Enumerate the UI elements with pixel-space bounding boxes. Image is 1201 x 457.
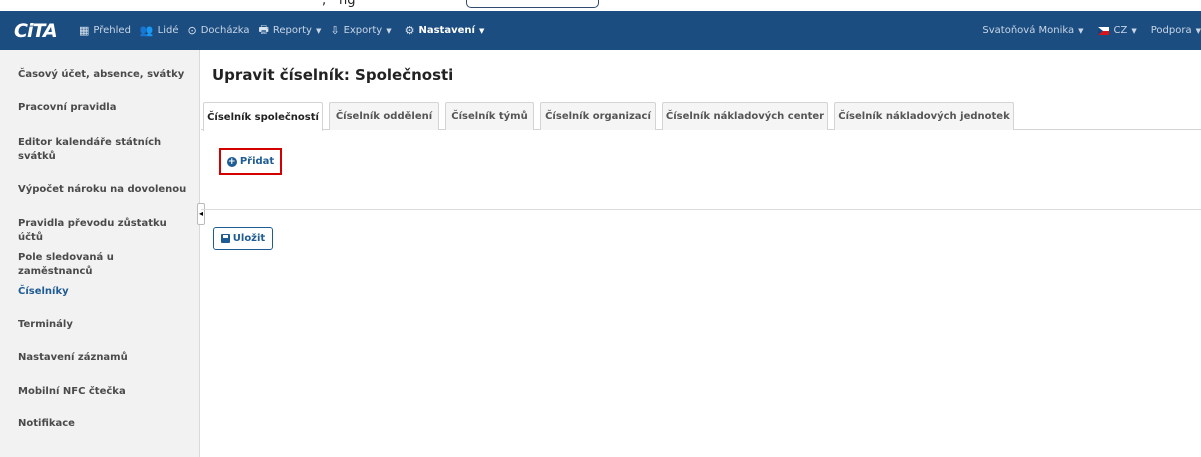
czech-flag-icon [1097,26,1109,35]
add-button[interactable]: + Přidat [226,156,275,167]
logo-text: CiTA [14,19,58,42]
add-highlight: + Přidat [219,148,282,175]
tab-ciselnik-spolecnosti[interactable]: Číselník společností [203,102,323,131]
nav-prehled-label: Přehled [93,25,131,36]
nav-nastaveni-label: Nastavení [418,25,475,36]
clock-icon: ⊙ [187,24,197,37]
support-menu[interactable]: Podpora ▼ [1151,11,1201,50]
page-title: Upravit číselník: Společnosti [212,66,454,84]
nav-dochazka[interactable]: ⊙ Docházka [187,11,249,50]
user-menu[interactable]: Svatoňová Monika ▼ [982,11,1083,50]
sidebar-collapse-icon[interactable]: ◂ [197,203,205,225]
sidebar-item-vypocet-naroku[interactable]: Výpočet nároku na dovolenou [18,183,190,197]
plus-circle-icon: + [226,156,237,167]
caret-down-icon: ▼ [1131,26,1137,35]
sidebar-item-notifikace[interactable]: Notifikace [18,417,190,431]
support-label: Podpora [1150,25,1192,36]
save-button-label: Uložit [232,233,266,244]
nav-dochazka-label: Docházka [200,25,250,36]
tab-ciselnik-nakladovych-center[interactable]: Číselník nákladových center [662,102,828,130]
nav-reporty[interactable]: 🖶 Reporty ▼ [258,11,321,50]
user-name: Svatoňová Monika [982,25,1075,36]
cropped-text: ng [339,0,356,8]
sidebar-item-terminaly[interactable]: Terminály [18,318,190,332]
language-code: CZ [1113,25,1128,36]
sidebar-item-ciselniky[interactable]: Číselníky [18,285,190,299]
nav-lide[interactable]: 👥 Lidé [140,11,179,50]
top-navbar: CiTA ▦ Přehled 👥 Lidé ⊙ Docházka 🖶 Repor… [0,11,1201,50]
caret-down-icon: ▼ [1078,26,1084,35]
cita-logo[interactable]: CiTA [0,11,76,50]
grid-icon: ▦ [79,24,90,37]
language-menu[interactable]: CZ ▼ [1097,11,1137,50]
tab-ciselnik-tymu[interactable]: Číselník týmů [445,102,534,130]
floppy-disk-icon [220,234,230,243]
tab-ciselnik-nakladovych-jednotek[interactable]: Číselník nákladových jednotek [834,102,1014,130]
sidebar-item-pracovni-pravidla[interactable]: Pracovní pravidla [18,101,190,115]
tab-ciselnik-oddeleni[interactable]: Číselník oddělení [329,102,439,130]
export-icon: ⇩ [330,24,340,37]
add-button-label: Přidat [239,156,275,167]
settings-sidebar: Časový účet, absence, svátky Pracovní pr… [0,50,200,457]
save-button[interactable]: Uložit [213,227,273,250]
tab-ciselnik-organizaci[interactable]: Číselník organizací [540,102,656,130]
gear-icon: ⚙ [404,24,415,37]
navbar-right: Svatoňová Monika ▼ CZ ▼ Podpora ▼ [982,11,1201,50]
people-icon: 👥 [139,24,154,37]
nav-nastaveni[interactable]: ⚙ Nastavení ▼ [405,11,485,50]
nav-prehled[interactable]: ▦ Přehled [79,11,131,50]
sidebar-item-pole-sledovana[interactable]: Pole sledovaná u zaměstnanců [18,251,190,279]
sidebar-item-pravidla-prevodu[interactable]: Pravidla převodu zůstatku účtů [18,217,190,245]
nav-exporty-label: Exporty [343,25,383,36]
top-strip: , ng [0,0,1201,11]
nav-exporty[interactable]: ⇩ Exporty ▼ [330,11,391,50]
caret-down-icon: ▼ [386,26,392,35]
sidebar-item-mobilni-nfc[interactable]: Mobilní NFC čtečka [18,385,190,399]
sidebar-item-editor-kalendare[interactable]: Editor kalendáře státních svátků [18,136,168,164]
nav-reporty-label: Reporty [272,25,312,36]
content-divider [201,209,1201,210]
sidebar-item-casovy-ucet[interactable]: Časový účet, absence, svátky [18,68,190,82]
caret-down-icon: ▼ [315,26,322,35]
caret-down-icon: ▼ [478,26,485,35]
print-icon: 🖶 [258,23,269,36]
caret-down-icon: ▼ [1195,26,1201,35]
cropped-button[interactable] [466,0,599,8]
tab-bar: Číselník společností Číselník oddělení Č… [201,100,1201,131]
cropped-text-comma: , [322,0,327,8]
sidebar-item-nastaveni-zaznamu[interactable]: Nastavení záznamů [18,351,190,365]
nav-lide-label: Lidé [157,25,179,36]
